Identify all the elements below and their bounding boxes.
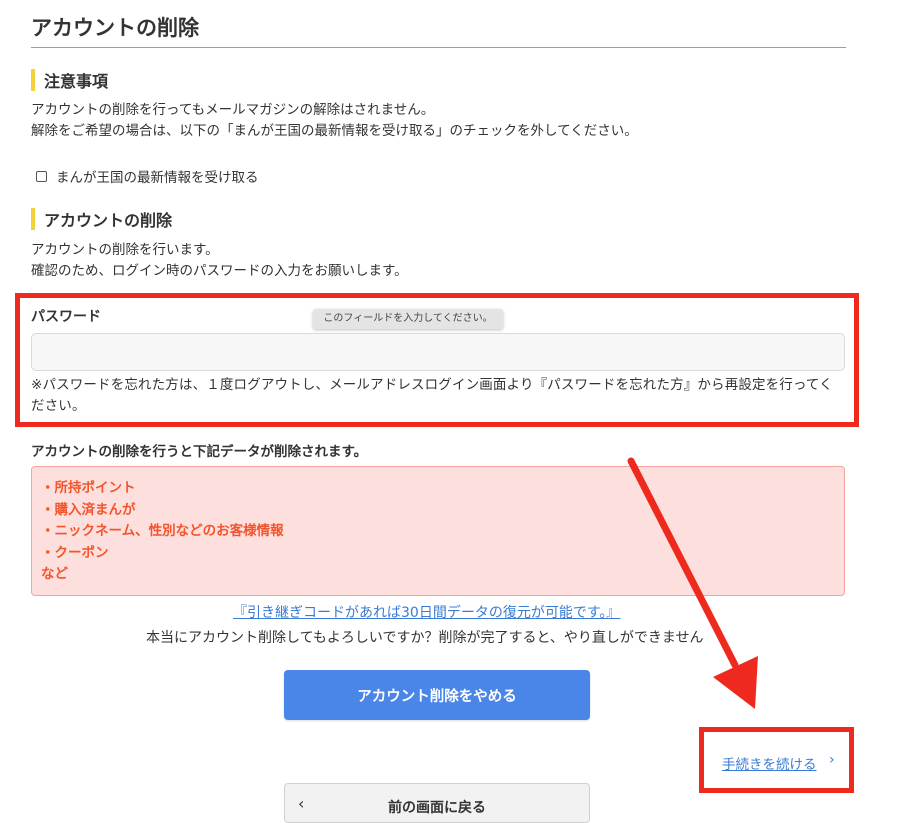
arrow-shaft xyxy=(627,457,739,669)
red-arrow-icon xyxy=(627,457,758,709)
